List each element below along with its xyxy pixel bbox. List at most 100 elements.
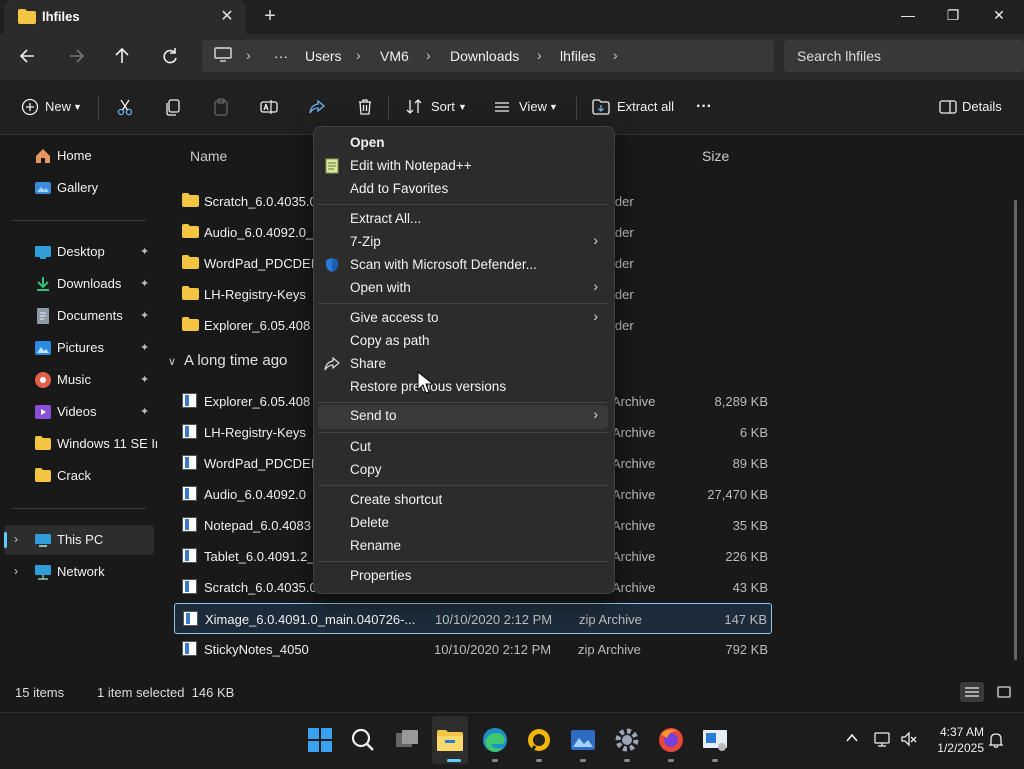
search-placeholder[interactable]: Search lhfiles xyxy=(797,48,881,64)
pin-icon[interactable]: ✦ xyxy=(140,277,149,290)
sidebar-item-gallery[interactable]: Gallery xyxy=(8,173,158,203)
minimize-button[interactable]: — xyxy=(885,0,931,30)
menu-item-edit-notepad[interactable]: Edit with Notepad++ xyxy=(318,155,608,178)
menu-item-7zip[interactable]: 7-Zip › xyxy=(318,231,608,254)
sidebar-item-pictures[interactable]: Pictures ✦ xyxy=(8,333,158,363)
menu-item-share[interactable]: Share xyxy=(318,353,608,376)
settings-taskbar-icon[interactable] xyxy=(609,722,645,758)
menu-item-copy[interactable]: Copy xyxy=(318,459,608,482)
notification-bell-icon[interactable] xyxy=(988,731,1004,749)
breadcrumb-chevron[interactable]: › xyxy=(613,47,618,63)
new-icon[interactable] xyxy=(20,97,40,117)
list-item-selected[interactable]: Ximage_6.0.4091.0_main.040726-... 10/10/… xyxy=(174,603,772,634)
close-tab-button[interactable]: ✕ xyxy=(218,8,236,26)
firefox-taskbar-icon[interactable] xyxy=(653,722,689,758)
forward-button[interactable] xyxy=(62,44,90,68)
view-button[interactable]: View xyxy=(519,96,547,118)
breadcrumb-users[interactable]: Users xyxy=(305,48,342,64)
back-button[interactable] xyxy=(14,44,42,68)
breadcrumb-chevron[interactable]: › xyxy=(537,47,542,63)
menu-item-delete[interactable]: Delete xyxy=(318,512,608,535)
sidebar-item-this-pc[interactable]: › This PC xyxy=(8,525,158,555)
chevron-down-icon[interactable]: ▼ xyxy=(73,96,82,118)
task-view-button[interactable] xyxy=(389,722,425,758)
sidebar-item-documents[interactable]: Documents ✦ xyxy=(8,301,158,331)
file-explorer-taskbar-icon[interactable] xyxy=(432,722,468,758)
details-button[interactable]: Details xyxy=(962,96,1002,118)
start-button[interactable] xyxy=(302,722,338,758)
chevron-right-icon[interactable]: › xyxy=(14,564,18,578)
breadcrumb-lhfiles[interactable]: lhfiles xyxy=(560,48,596,64)
view-icon[interactable] xyxy=(492,97,512,117)
volume-muted-icon[interactable] xyxy=(900,730,918,748)
column-header-size[interactable]: Size xyxy=(702,148,729,164)
remote-desktop-taskbar-icon[interactable] xyxy=(697,722,733,758)
paste-icon[interactable] xyxy=(211,97,231,117)
copy-icon[interactable] xyxy=(163,97,183,117)
pin-icon[interactable]: ✦ xyxy=(140,341,149,354)
new-button[interactable]: New xyxy=(45,96,71,118)
extract-icon[interactable] xyxy=(591,97,611,117)
menu-item-restore[interactable]: Restore previous versions xyxy=(318,376,608,399)
menu-item-properties[interactable]: Properties xyxy=(318,565,608,588)
maximize-button[interactable]: ❐ xyxy=(930,0,976,30)
sort-icon[interactable] xyxy=(404,97,424,117)
more-options-button[interactable]: ··· xyxy=(696,96,712,118)
menu-item-create-shortcut[interactable]: Create shortcut xyxy=(318,489,608,512)
explorer-tab[interactable] xyxy=(4,0,246,34)
menu-item-send-to[interactable]: Send to › xyxy=(318,405,608,429)
column-header-name[interactable]: Name xyxy=(190,148,227,164)
taskbar-clock[interactable]: 4:37 AM 1/2/2025 xyxy=(920,724,984,756)
scrollbar[interactable] xyxy=(1014,200,1017,660)
chevron-down-icon[interactable]: ▼ xyxy=(458,96,467,118)
sidebar-item-home[interactable]: Home xyxy=(8,141,158,171)
menu-item-copy-path[interactable]: Copy as path xyxy=(318,330,608,353)
pin-icon[interactable]: ✦ xyxy=(140,405,149,418)
breadcrumb-overflow[interactable]: ··· xyxy=(274,48,288,64)
details-pane-icon[interactable] xyxy=(938,97,958,117)
group-header[interactable]: A long time ago xyxy=(184,352,287,369)
sidebar-item-crack[interactable]: Crack xyxy=(8,461,158,491)
group-collapse-icon[interactable]: ∨ xyxy=(168,355,176,368)
sidebar-item-windows-11-se[interactable]: Windows 11 SE Ins xyxy=(8,429,158,459)
menu-item-rename[interactable]: Rename xyxy=(318,535,608,558)
sidebar-item-downloads[interactable]: Downloads ✦ xyxy=(8,269,158,299)
pin-icon[interactable]: ✦ xyxy=(140,309,149,322)
refresh-button[interactable] xyxy=(156,44,184,68)
pin-icon[interactable]: ✦ xyxy=(140,245,149,258)
breadcrumb-downloads[interactable]: Downloads xyxy=(450,48,519,64)
sidebar-item-network[interactable]: › Network xyxy=(8,557,158,587)
menu-item-open[interactable]: Open xyxy=(318,132,608,155)
search-button[interactable] xyxy=(345,722,381,758)
network-tray-icon[interactable] xyxy=(874,730,892,748)
cut-icon[interactable] xyxy=(115,97,135,117)
sidebar-item-videos[interactable]: Videos ✦ xyxy=(8,397,158,427)
details-view-button[interactable] xyxy=(960,682,984,702)
chevron-right-icon[interactable]: › xyxy=(14,532,18,546)
share-icon[interactable] xyxy=(307,97,327,117)
close-window-button[interactable]: ✕ xyxy=(976,0,1022,30)
menu-item-extract-all[interactable]: Extract All... xyxy=(318,208,608,231)
sort-button[interactable]: Sort xyxy=(431,96,455,118)
sidebar-item-music[interactable]: Music ✦ xyxy=(8,365,158,395)
breadcrumb-chevron[interactable]: › xyxy=(246,47,251,63)
breadcrumb-chevron[interactable]: › xyxy=(356,47,361,63)
menu-item-give-access[interactable]: Give access to › xyxy=(318,307,608,330)
extract-all-button[interactable]: Extract all xyxy=(617,96,674,118)
rename-icon[interactable] xyxy=(259,97,279,117)
chevron-down-icon[interactable]: ▼ xyxy=(549,96,558,118)
breadcrumb-vm6[interactable]: VM6 xyxy=(380,48,409,64)
list-item[interactable]: StickyNotes_4050 10/10/2020 2:12 PM zip … xyxy=(174,634,772,665)
photo-app-taskbar-icon[interactable] xyxy=(565,722,601,758)
menu-item-cut[interactable]: Cut xyxy=(318,436,608,459)
delete-icon[interactable] xyxy=(355,97,375,117)
new-tab-button[interactable]: + xyxy=(260,6,280,26)
up-button[interactable] xyxy=(108,44,136,68)
pin-icon[interactable]: ✦ xyxy=(140,373,149,386)
menu-item-scan-defender[interactable]: Scan with Microsoft Defender... xyxy=(318,254,608,277)
menu-item-open-with[interactable]: Open with › xyxy=(318,277,608,300)
tiles-view-button[interactable] xyxy=(994,682,1014,702)
sidebar-item-desktop[interactable]: Desktop ✦ xyxy=(8,237,158,267)
breadcrumb-chevron[interactable]: › xyxy=(426,47,431,63)
edge-taskbar-icon[interactable] xyxy=(477,722,513,758)
